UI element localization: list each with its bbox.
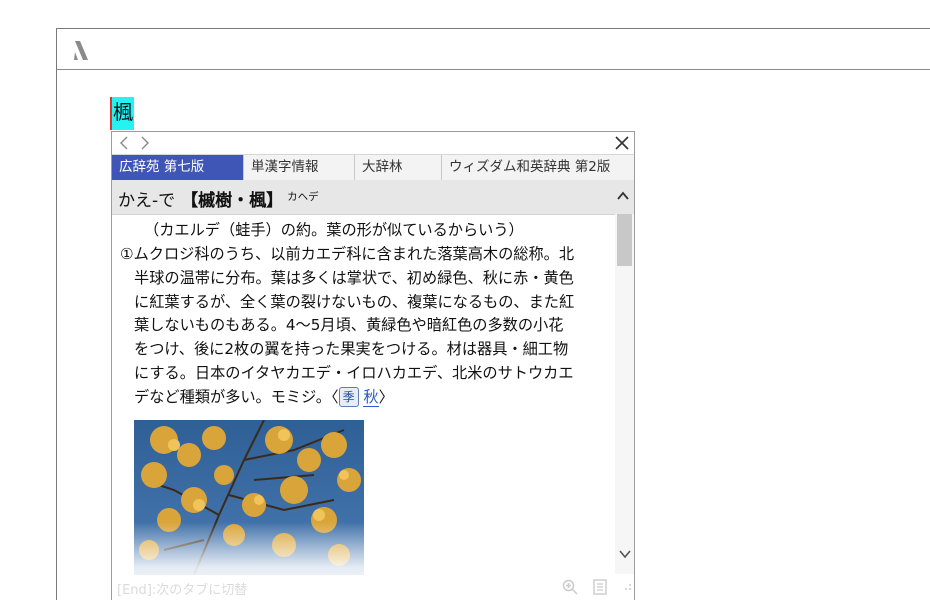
entry-headword: かえ-で 【槭樹・楓】 カヘデ bbox=[118, 186, 319, 211]
entry-etymology: （カエルデ（蛙手）の約。葉の形が似ているからいう） bbox=[144, 221, 524, 239]
season-icon: 季 bbox=[338, 386, 359, 407]
forward-arrow-icon[interactable] bbox=[136, 133, 154, 153]
tab-kojien[interactable]: 広辞苑 第七版 bbox=[112, 155, 244, 180]
entry-definition: ①ムクロジ科のうち、以前カエデ科に含まれた落葉高木の総称。北 半球の温帯に分布。… bbox=[120, 243, 610, 410]
entry-content: （カエルデ（蛙手）の約。葉の形が似ているからいう） ①ムクロジ科のうち、以前カエ… bbox=[112, 215, 615, 575]
title-bar bbox=[57, 29, 930, 70]
definition-line: にする。日本のイタヤカエデ・イロハカエデ、北米のサトウカエ bbox=[134, 363, 574, 382]
definition-line: 半球の温帯に分布。葉は多くは掌状で、初め緑色、秋に赤・黄色 bbox=[134, 268, 574, 287]
headword-historical-kana: カヘデ bbox=[287, 191, 319, 203]
resize-grip-icon[interactable] bbox=[618, 579, 634, 595]
season-link[interactable]: 秋 bbox=[363, 387, 379, 407]
chevron-down-icon[interactable] bbox=[618, 546, 632, 560]
chevron-up-icon[interactable] bbox=[616, 188, 630, 202]
definition-line: ①ムクロジ科のうち、以前カエデ科に含まれた落葉高木の総称。北 bbox=[120, 245, 575, 263]
tab-wisdom[interactable]: ウィズダム和英辞典 第2版 bbox=[442, 155, 634, 180]
definition-line: 葉しないものもある。4〜5月頃、黄緑色や暗紅色の多数の小花 bbox=[134, 316, 564, 335]
scrollbar-thumb[interactable] bbox=[617, 214, 632, 266]
definition-line: に紅葉するが、全く葉の裂けないもの、複葉になるもの、また紅 bbox=[134, 292, 575, 311]
status-bar: [End]:次のタブに切替 bbox=[112, 574, 634, 600]
dictionary-popup: 広辞苑 第七版 単漢字情報 大辞林 ウィズダム和英辞典 第2版 かえ-で 【槭樹・… bbox=[111, 131, 635, 600]
zoom-icon[interactable] bbox=[562, 579, 578, 595]
tab-daijirin[interactable]: 大辞林 bbox=[355, 155, 442, 180]
status-hint: [End]:次のタブに切替 bbox=[117, 583, 248, 598]
headword-reading: かえ-で bbox=[118, 191, 176, 211]
back-arrow-icon[interactable] bbox=[116, 133, 134, 153]
dictionary-tabs: 広辞苑 第七版 単漢字情報 大辞林 ウィズダム和英辞典 第2版 bbox=[112, 154, 634, 182]
document-icon[interactable] bbox=[592, 579, 608, 595]
selected-word-highlight[interactable]: 楓 bbox=[110, 97, 134, 130]
definition-line-last: デなど種類が多い。モミジ。〈季 秋〉 bbox=[120, 386, 610, 410]
definition-line: をつけ、後に2枚の翼を持った果実をつける。材は器具・細工物 bbox=[134, 340, 569, 359]
popup-nav-row bbox=[112, 132, 634, 154]
tab-kanji-info[interactable]: 単漢字情報 bbox=[244, 155, 355, 180]
definition-close-bracket: 〉 bbox=[378, 387, 394, 406]
close-icon[interactable] bbox=[612, 133, 632, 153]
definition-last-text: デなど種類が多い。モミジ。〈 bbox=[134, 387, 339, 406]
entry-header: かえ-で 【槭樹・楓】 カヘデ bbox=[112, 180, 634, 215]
vertical-scrollbar[interactable] bbox=[615, 214, 634, 574]
headword-kanji: 【槭樹・楓】 bbox=[181, 191, 284, 211]
app-logo-icon bbox=[71, 38, 93, 62]
